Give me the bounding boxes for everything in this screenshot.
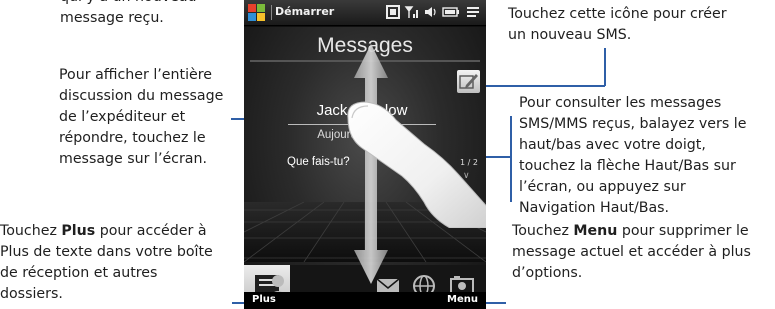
annotation-plus-bold: Plus — [61, 223, 96, 239]
finger-gesture-icon — [347, 101, 486, 228]
softkey-bar: Plus Menu — [244, 292, 486, 309]
signal-icon — [404, 6, 418, 18]
phone-screen: Démarrer Messages Jack Winslow — [244, 0, 486, 309]
compose-icon — [459, 74, 478, 89]
annotation-plus-pre: Touchez — [0, 223, 62, 239]
leader-line-new-sms-v — [604, 48, 606, 86]
windows-start-icon[interactable] — [248, 4, 266, 22]
new-sms-button[interactable] — [457, 70, 480, 93]
battery-icon — [442, 7, 459, 17]
annotation-menu-pre: Touchez — [512, 223, 574, 239]
softkey-menu[interactable]: Menu — [447, 294, 478, 305]
softkey-plus[interactable]: Plus — [252, 294, 276, 305]
leader-line-browse-v — [510, 116, 512, 202]
volume-icon — [425, 7, 436, 17]
keyboard-lock-icon — [386, 5, 400, 19]
annotation-top-partial: qui y a un nouveau message reçu. — [60, 0, 197, 26]
annotation-menu-bold: Menu — [573, 223, 618, 239]
annotation-menu: Touchez Menu pour supprimer le message a… — [512, 221, 774, 284]
start-label[interactable]: Démarrer — [275, 5, 334, 18]
leader-line-browse-h — [484, 156, 511, 158]
status-bar: Démarrer — [244, 0, 486, 26]
menu-lines-icon[interactable] — [466, 4, 480, 20]
annotation-browse-messages: Pour consulter les messages SMS/MMS reçu… — [519, 95, 747, 216]
annotation-view-conversation: Pour afficher l’entière discussion du me… — [59, 67, 224, 167]
status-separator — [271, 5, 272, 20]
leader-line-new-sms-h — [484, 85, 605, 87]
annotation-plus: Touchez Plus pour accéder à Plus de text… — [0, 221, 222, 305]
annotation-new-sms: Touchez cette icône pour créer un nouvea… — [508, 6, 727, 43]
